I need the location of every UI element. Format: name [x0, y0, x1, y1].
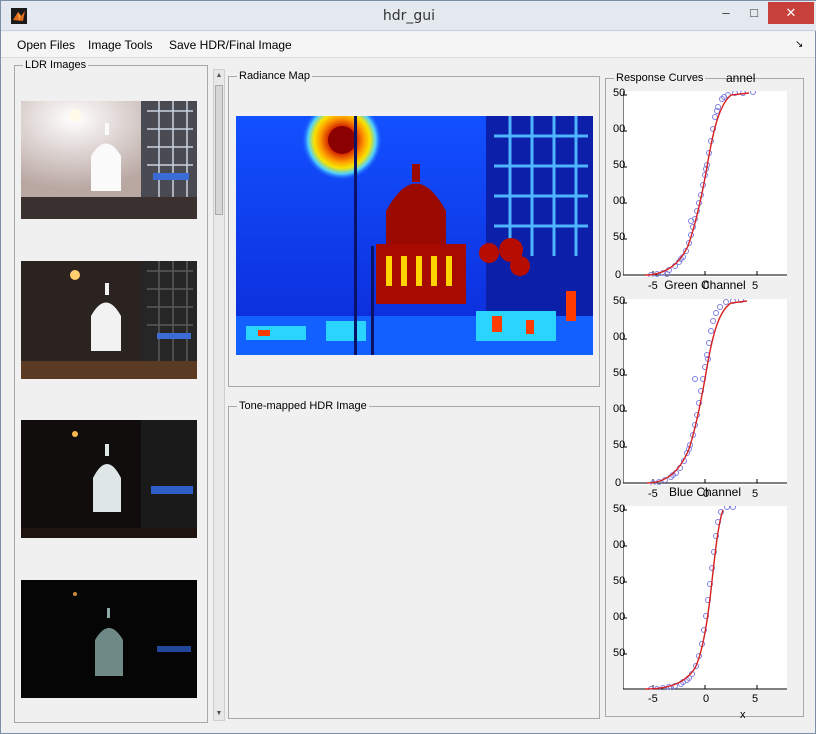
tone-mapped-title: Tone-mapped HDR Image: [237, 400, 369, 413]
minimize-button[interactable]: –: [712, 2, 740, 24]
ldr-images-title: LDR Images: [23, 59, 89, 72]
plot3-ytick-4: 00: [613, 611, 626, 623]
plot3-ytick-3: 50: [613, 575, 626, 587]
menu-bar: Open Files Image Tools Save HDR/Final Im…: [1, 32, 815, 58]
plot2-ytick-1: 50: [613, 295, 626, 307]
maximize-button[interactable]: □: [740, 2, 768, 24]
red-channel-title-fragment: annel: [726, 71, 756, 85]
plot3-xtick-1: -5: [648, 693, 658, 705]
scroll-thumb[interactable]: [215, 85, 223, 215]
plot1-ytick-2: 00: [613, 123, 626, 135]
plot3-ytick-2: 00: [613, 539, 626, 551]
blue-channel-title: Blue Channel: [668, 485, 742, 499]
plot2-ytick-4: 00: [613, 403, 626, 415]
plot2-ytick-8: 0: [615, 477, 622, 489]
plot1-ytick-1: 50: [613, 87, 626, 99]
plot1-ytick-3: 50: [613, 159, 626, 171]
radiance-map-title: Radiance Map: [237, 70, 312, 83]
plot3-ytick-5: 50: [613, 647, 626, 659]
window-title: hdr_gui: [382, 8, 436, 24]
response-plot-red: [623, 91, 787, 277]
ldr-scrollbar[interactable]: ▲ ▼: [213, 69, 225, 721]
response-plot-blue: [623, 506, 787, 690]
radiance-map-image: [236, 116, 593, 355]
menu-image-tools[interactable]: Image Tools: [88, 38, 152, 52]
plot2-ytick-5: 50: [613, 439, 626, 451]
response-curves-title: Response Curves: [614, 72, 706, 85]
ldr-image-3[interactable]: [21, 420, 197, 538]
plot2-ytick-2: 00: [613, 331, 626, 343]
bottom-axis-fragment: x: [740, 709, 746, 721]
toolbar-toggle-icon[interactable]: ↘: [795, 39, 803, 50]
plot3-ytick-1: 50: [613, 503, 626, 515]
ldr-image-4[interactable]: [21, 580, 197, 698]
ldr-image-1[interactable]: [21, 101, 197, 219]
scroll-up-icon[interactable]: ▲: [214, 70, 224, 82]
plot2-ytick-3: 50: [613, 367, 626, 379]
plot1-ytick-8: 0: [615, 269, 622, 281]
scroll-down-icon[interactable]: ▼: [214, 708, 224, 720]
plot1-ytick-4: 00: [613, 195, 626, 207]
hdr-gui-window: hdr_gui – □ ✕ Open Files Image Tools Sav…: [0, 0, 816, 734]
plot1-ytick-5: 50: [613, 231, 626, 243]
green-channel-title: Green Channel: [664, 278, 746, 292]
response-plot-green: [623, 299, 787, 485]
menu-save-image[interactable]: Save HDR/Final Image: [169, 38, 292, 52]
title-bar[interactable]: hdr_gui – □ ✕: [1, 1, 816, 31]
plot3-xtick-3: 5: [752, 693, 759, 705]
plot3-xtick-2: 0: [703, 693, 710, 705]
menu-open-files[interactable]: Open Files: [17, 38, 75, 52]
tone-mapped-panel: Tone-mapped HDR Image: [228, 400, 600, 719]
ldr-image-2[interactable]: [21, 261, 197, 379]
close-button[interactable]: ✕: [768, 2, 814, 24]
